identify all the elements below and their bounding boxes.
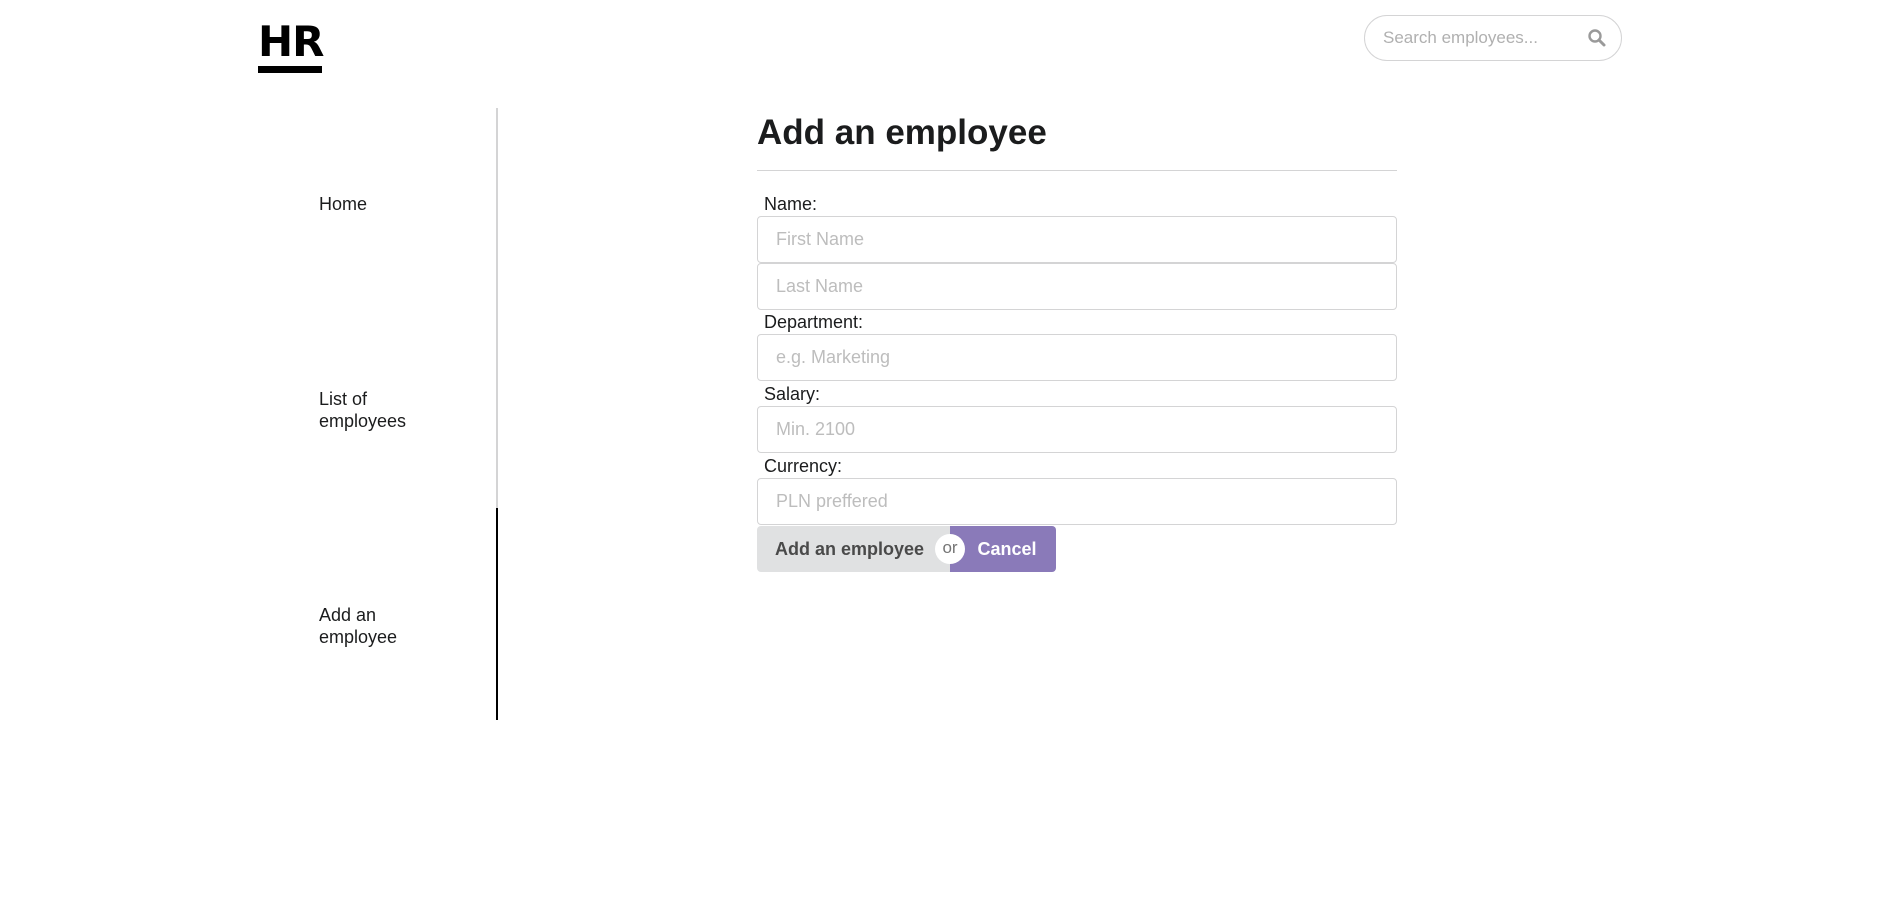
logo-underline [258,66,322,73]
sidebar-nav: Home List of employees Add an employee [258,108,498,720]
sidebar-item-add-an-employee[interactable]: Add an employee [319,604,439,648]
add-employee-button[interactable]: Add an employee [757,526,950,572]
sidebar-item-list-of-employees[interactable]: List of employees [319,388,439,432]
title-divider [757,170,1397,171]
logo-text: HR [258,17,325,66]
salary-field[interactable] [757,406,1397,453]
currency-field[interactable] [757,478,1397,525]
or-separator: or [935,534,965,564]
hr-logo[interactable]: HR [258,17,325,73]
cancel-button[interactable]: Cancel [950,526,1056,572]
first-name-field[interactable] [757,216,1397,263]
search-box [1364,15,1622,61]
name-label: Name: [764,194,818,214]
sidebar-item-home[interactable]: Home [319,193,439,215]
salary-label: Salary: [764,384,821,404]
department-label: Department: [764,312,864,332]
currency-label: Currency: [764,456,843,476]
search-input[interactable] [1383,16,1579,60]
form-buttons: Add an employee or Cancel [757,526,1057,572]
search-icon[interactable] [1587,28,1607,48]
sidebar-active-indicator [496,508,498,720]
page-title: Add an employee [757,113,1047,152]
department-field[interactable] [757,334,1397,381]
sidebar-divider [496,108,498,508]
last-name-field[interactable] [757,263,1397,310]
main-content: Add an employee Name: Department: Salary… [757,108,1397,572]
add-employee-form: Name: Department: Salary: Currency: Add … [757,193,1397,572]
